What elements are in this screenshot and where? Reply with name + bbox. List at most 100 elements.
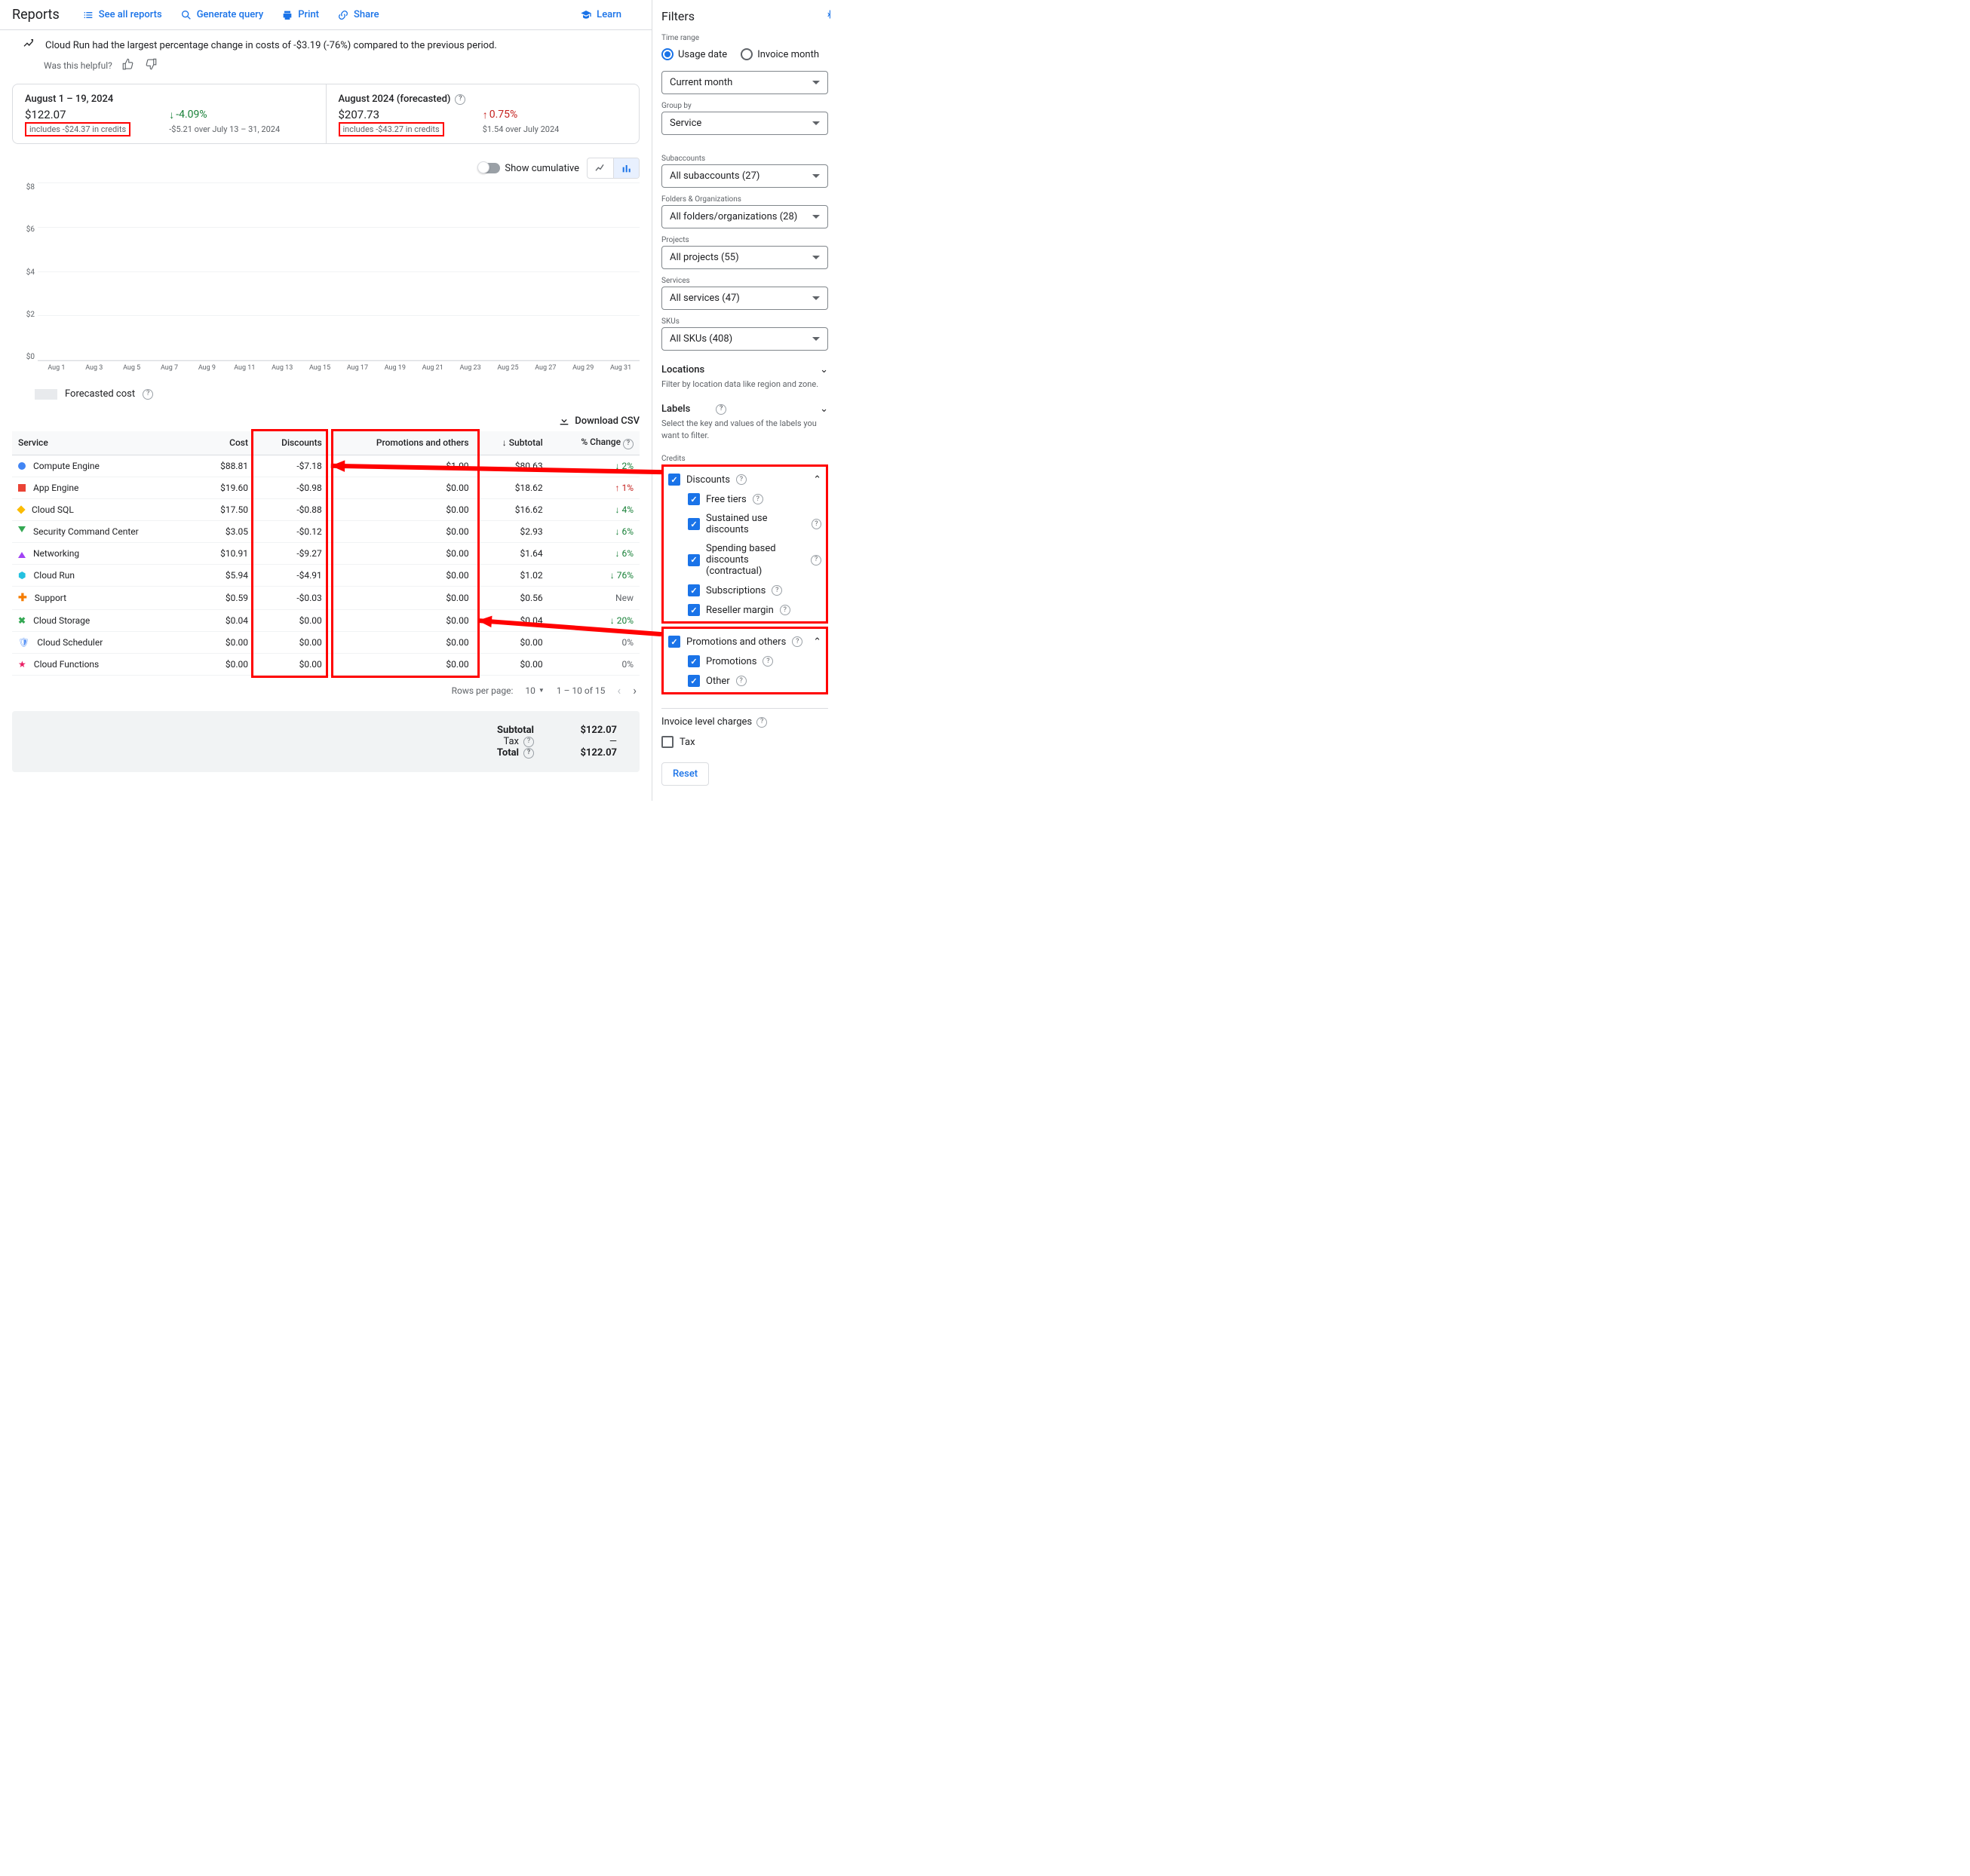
cost-cell: $0.00 — [198, 654, 254, 676]
table-header[interactable]: ↓ Subtotal — [475, 431, 549, 455]
free-tiers-checkbox[interactable]: Free tiers ? — [688, 489, 821, 509]
cost-cell: $88.81 — [198, 455, 254, 477]
service-name: Cloud Run — [33, 570, 75, 581]
table-header[interactable]: Service — [12, 431, 198, 455]
cost-cell: $5.94 — [198, 565, 254, 587]
help-icon[interactable]: ? — [763, 656, 773, 667]
change-cell: 0% — [549, 632, 640, 654]
help-icon[interactable]: ? — [523, 748, 534, 759]
pager-next-button[interactable]: › — [633, 683, 637, 697]
pager-range: 1 – 10 of 15 — [557, 685, 606, 696]
help-icon[interactable]: ? — [756, 717, 767, 728]
group-by-select[interactable]: Service — [661, 112, 828, 135]
promo-others-checkbox[interactable]: Promotions and others ?⌃ — [668, 632, 821, 651]
forecast-swatch — [35, 389, 57, 400]
see-all-reports-link[interactable]: See all reports — [82, 9, 162, 21]
print-link[interactable]: Print — [281, 9, 319, 21]
table-header[interactable]: % Change ? — [549, 431, 640, 455]
change-cell: ↑ 1% — [549, 477, 640, 499]
list-icon — [82, 9, 94, 21]
change-cell: New — [549, 587, 640, 610]
reset-button[interactable]: Reset — [661, 762, 709, 786]
thumbs-down-button[interactable] — [144, 57, 158, 73]
promotions-checkbox[interactable]: Promotions ? — [688, 651, 821, 671]
table-header[interactable]: Discounts — [254, 431, 328, 455]
help-icon[interactable]: ? — [736, 474, 747, 485]
share-link[interactable]: Share — [337, 9, 379, 21]
help-icon[interactable]: ? — [772, 585, 782, 596]
table-header[interactable]: Promotions and others — [328, 431, 475, 455]
table-row[interactable]: Compute Engine $88.81 -$7.18 -$1.00 $80.… — [12, 455, 640, 477]
help-icon[interactable]: ? — [716, 404, 726, 415]
table-row[interactable]: 🛡Cloud Scheduler $0.00 $0.00 $0.00 $0.00… — [12, 632, 640, 654]
spending-checkbox[interactable]: Spending based discounts (contractual) ? — [688, 539, 821, 581]
promo-cell: $0.00 — [328, 587, 475, 610]
labels-section[interactable]: Labels ?⌄ — [661, 403, 828, 415]
helpful-label: Was this helpful? — [44, 60, 112, 71]
table-pager: Rows per page: 10 ▼ 1 – 10 of 15 ‹ › — [12, 676, 640, 705]
change-cell: ↓ 2% — [549, 455, 640, 477]
usage-date-radio[interactable]: Usage date — [661, 48, 727, 60]
promo-cell: $0.00 — [328, 654, 475, 676]
other-checkbox[interactable]: Other ? — [688, 671, 821, 691]
help-icon[interactable]: ? — [811, 555, 821, 566]
help-icon[interactable]: ? — [812, 519, 821, 529]
discounts-checkbox[interactable]: Discounts ?⌃ — [668, 470, 821, 489]
help-icon[interactable]: ? — [780, 605, 790, 615]
help-icon[interactable]: ? — [792, 636, 802, 647]
trend-icon — [23, 38, 35, 53]
total-label: Total — [497, 747, 519, 759]
table-row[interactable]: Cloud SQL $17.50 -$0.88 $0.00 $16.62 ↓ 4… — [12, 499, 640, 521]
generate-query-link[interactable]: Generate query — [180, 9, 264, 21]
download-csv-link[interactable]: Download CSV — [12, 415, 640, 427]
folders-select[interactable]: All folders/organizations (28) — [661, 205, 828, 228]
thumbs-up-button[interactable] — [121, 57, 135, 73]
discounts-cell: -$0.88 — [254, 499, 328, 521]
invoice-month-radio[interactable]: Invoice month — [741, 48, 819, 60]
subaccounts-select[interactable]: All subaccounts (27) — [661, 164, 828, 188]
collapse-panel-button[interactable]: ›| — [827, 9, 830, 20]
table-row[interactable]: App Engine $19.60 -$0.98 $0.00 $18.62 ↑ … — [12, 477, 640, 499]
change-cell: ↓ 6% — [549, 521, 640, 543]
projects-select[interactable]: All projects (55) — [661, 246, 828, 269]
help-icon[interactable]: ? — [753, 494, 763, 504]
pager-prev-button[interactable]: ‹ — [617, 683, 621, 697]
table-row[interactable]: ⬢Cloud Run $5.94 -$4.91 $0.00 $1.02 ↓ 76… — [12, 565, 640, 587]
rows-per-page-select[interactable]: 10 ▼ — [525, 685, 544, 696]
time-range-select[interactable]: Current month — [661, 71, 828, 94]
subscriptions-checkbox[interactable]: Subscriptions ? — [688, 581, 821, 600]
tax-label: Tax — [503, 736, 519, 747]
cost-cell: $3.05 — [198, 521, 254, 543]
bar-chart-button[interactable] — [613, 158, 639, 178]
subtotal-cell: $1.64 — [475, 543, 549, 565]
table-row[interactable]: ★Cloud Functions $0.00 $0.00 $0.00 $0.00… — [12, 654, 640, 676]
learn-link[interactable]: Learn — [580, 9, 621, 21]
table-header[interactable]: Cost — [198, 431, 254, 455]
table-row[interactable]: Security Command Center $3.05 -$0.12 $0.… — [12, 521, 640, 543]
insight-text: Cloud Run had the largest percentage cha… — [45, 40, 497, 51]
sustained-checkbox[interactable]: Sustained use discounts ? — [688, 509, 821, 539]
chevron-down-icon: ⌄ — [820, 364, 828, 376]
locations-section[interactable]: Locations⌄ — [661, 364, 828, 376]
discounts-cell: -$4.91 — [254, 565, 328, 587]
services-select[interactable]: All services (47) — [661, 287, 828, 310]
discounts-cell: -$0.03 — [254, 587, 328, 610]
promo-cell: $0.00 — [328, 543, 475, 565]
skus-select[interactable]: All SKUs (408) — [661, 327, 828, 351]
subtotal-cell: $0.00 — [475, 654, 549, 676]
cumulative-toggle[interactable]: Show cumulative — [479, 163, 579, 174]
help-icon[interactable]: ? — [523, 737, 534, 747]
help-icon[interactable]: ? — [455, 94, 465, 105]
cost-chart: $8$6$4$2$0 Aug 1Aug 3Aug 5Aug 7Aug 9Aug … — [12, 183, 640, 379]
service-cost-table: ServiceCostDiscountsPromotions and other… — [12, 431, 640, 676]
table-row[interactable]: ✚Support $0.59 -$0.03 $0.00 $0.56 New — [12, 587, 640, 610]
chart-type-toggle[interactable] — [587, 158, 640, 179]
table-row[interactable]: Networking $10.91 -$9.27 $0.00 $1.64 ↓ 6… — [12, 543, 640, 565]
line-chart-button[interactable] — [588, 158, 613, 178]
tax-checkbox[interactable]: Tax — [661, 732, 828, 752]
table-row[interactable]: ✖Cloud Storage $0.04 $0.00 $0.00 $0.04 ↓… — [12, 610, 640, 632]
reseller-checkbox[interactable]: Reseller margin ? — [688, 600, 821, 620]
help-icon[interactable]: ? — [143, 389, 153, 400]
total-value: $122.07 — [564, 747, 617, 759]
help-icon[interactable]: ? — [736, 676, 747, 686]
